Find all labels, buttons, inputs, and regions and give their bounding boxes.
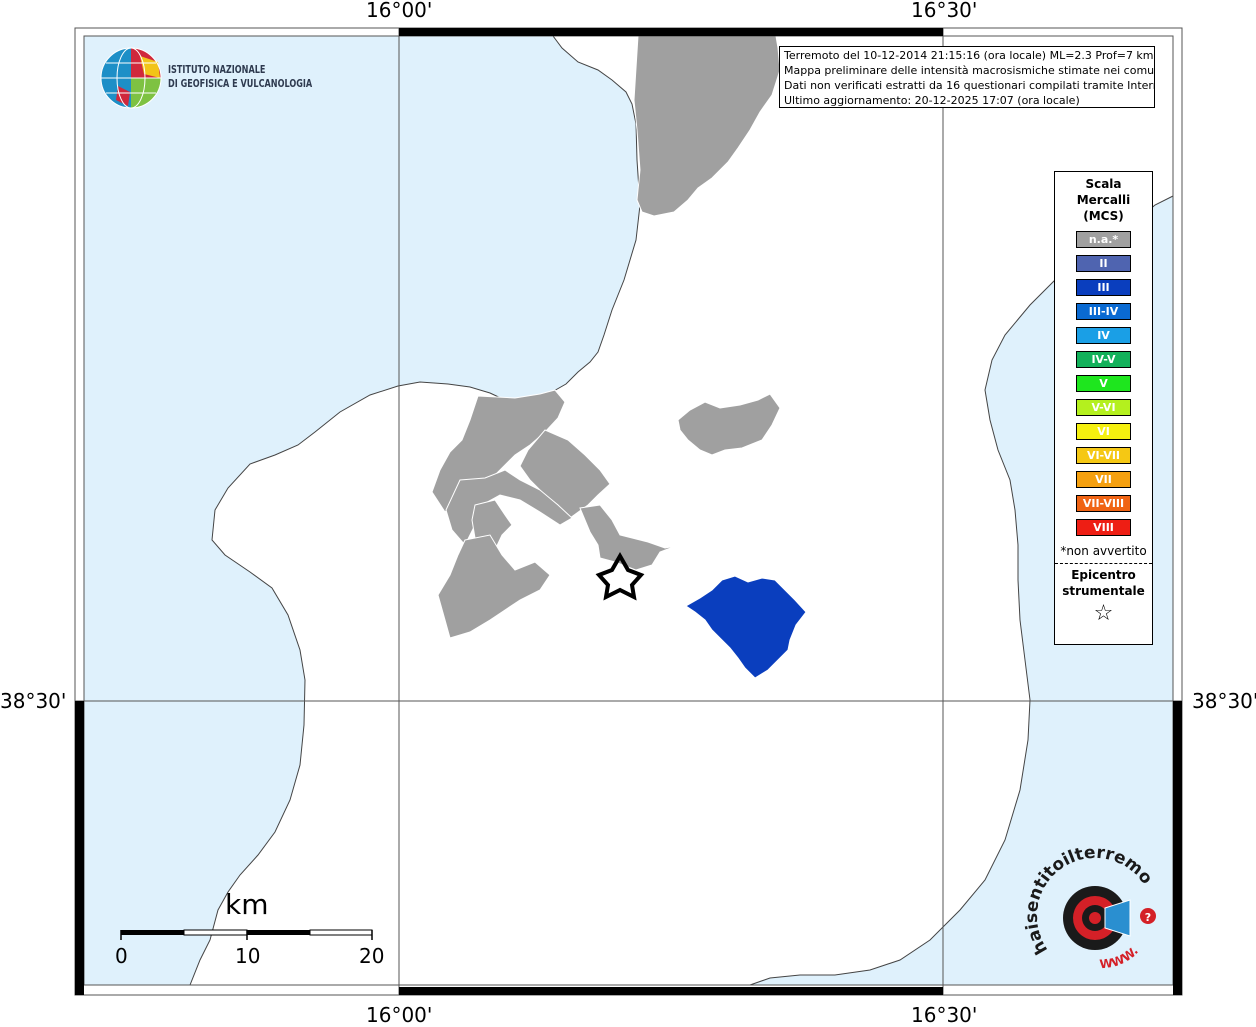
ingv-logo-icon: [100, 47, 162, 109]
ingv-name: ISTITUTO NAZIONALE DI GEOFISICA E VULCAN…: [168, 63, 312, 91]
legend-star-icon: ☆: [1093, 601, 1114, 626]
svg-text:?: ?: [1145, 911, 1151, 924]
legend-title-line1: Scala: [1085, 177, 1122, 191]
legend-item: IV-V: [1076, 351, 1131, 368]
scale-tick-10: 10: [235, 944, 261, 968]
event-info-line2: Mappa preliminare delle intensità macros…: [784, 64, 1155, 77]
legend-item: VIII: [1076, 519, 1131, 536]
event-info-line1: Terremoto del 10-12-2014 21:15:16 (ora l…: [784, 49, 1154, 62]
legend-epicenter-label: Epicentro strumentale: [1055, 567, 1152, 599]
legend-items: n.a.* II III III-IV IV IV-V V V-VI VI VI-VII VII VI…: [1055, 231, 1152, 536]
lat-label-right: 38°30': [1192, 689, 1256, 713]
event-info-line3: Dati non verificati estratti da 16 quest…: [784, 79, 1155, 92]
legend-item: VI-VII: [1076, 447, 1131, 464]
bottom-lon-label-left: 16°00': [366, 1003, 433, 1027]
ingv-name-line2: DI GEOFISICA E VULCANOLOGIA: [168, 77, 313, 90]
intensity-legend: Scala Mercalli (MCS) n.a.* II III III-IV IV I…: [1054, 171, 1153, 645]
legend-item: II: [1076, 255, 1131, 272]
scale-tick-20: 20: [359, 944, 385, 968]
legend-na-note: *non avvertito: [1060, 544, 1147, 558]
top-lon-label-left: 16°00': [366, 0, 433, 22]
legend-item: VII: [1076, 471, 1131, 488]
legend-item: VI: [1076, 423, 1131, 440]
bottom-lon-label-right: 16°30': [911, 1003, 978, 1027]
legend-item: V-VI: [1076, 399, 1131, 416]
legend-epicenter-line1: Epicentro: [1071, 568, 1136, 582]
legend-title-line2: Mercalli: [1076, 193, 1131, 207]
legend-item: VII-VIII: [1076, 495, 1131, 512]
legend-separator: [1055, 563, 1152, 564]
scale-unit-label: km: [225, 888, 269, 921]
event-info-line4: Ultimo aggiornamento: 20-12-2025 17:07 (…: [784, 94, 1080, 107]
legend-item: IV: [1076, 327, 1131, 344]
legend-title: Scala Mercalli (MCS): [1055, 176, 1152, 224]
ingv-name-line1: ISTITUTO NAZIONALE: [168, 63, 266, 76]
legend-epicenter-line2: strumentale: [1062, 584, 1145, 598]
lat-label-left: 38°30': [0, 689, 67, 713]
event-info-box: Terremoto del 10-12-2014 21:15:16 (ora l…: [779, 46, 1155, 108]
top-lon-label-right: 16°30': [911, 0, 978, 22]
legend-title-line3: (MCS): [1083, 209, 1124, 223]
scale-tick-0: 0: [115, 944, 128, 968]
legend-item: n.a.*: [1076, 231, 1131, 248]
legend-item: III: [1076, 279, 1131, 296]
legend-item: III-IV: [1076, 303, 1131, 320]
legend-item: V: [1076, 375, 1131, 392]
